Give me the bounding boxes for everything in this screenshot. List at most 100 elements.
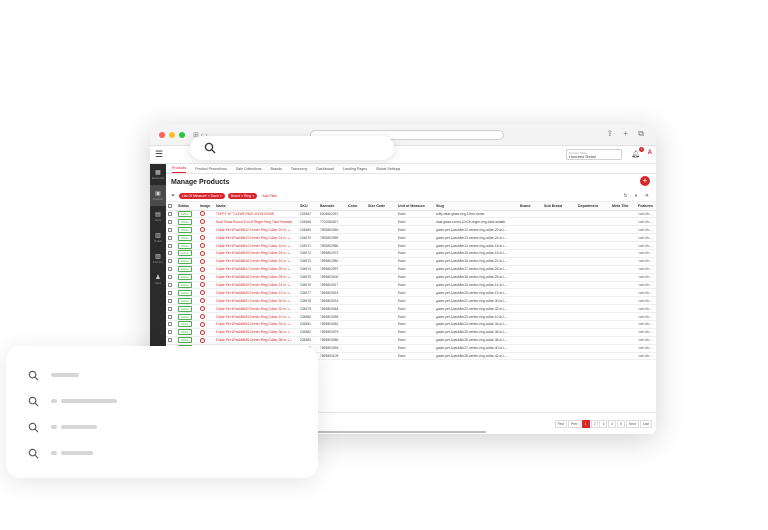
column-header[interactable]: Department xyxy=(576,202,610,211)
minimize-dot[interactable] xyxy=(169,131,175,138)
page-button[interactable]: 5 xyxy=(617,420,625,428)
row-checkbox[interactable] xyxy=(168,251,172,256)
filter-chip[interactable]: Brand × Ring × xyxy=(227,192,258,199)
suggestion-row[interactable] xyxy=(28,362,318,388)
tab-global-settings[interactable]: Global Settings xyxy=(376,167,400,173)
column-header[interactable]: Meta Title xyxy=(610,202,636,211)
header-select[interactable] xyxy=(166,202,176,211)
product-name[interactable]: Guide Pet 1Pack8M16 Center Ring Collar, … xyxy=(214,257,298,266)
row-checkbox[interactable] xyxy=(168,259,172,264)
page-button[interactable]: 3 xyxy=(599,420,608,428)
table-row[interactable]: Active Guide Pet 1Pack8M20 Center Ring Co… xyxy=(166,288,656,298)
column-header[interactable]: Unit of Measure xyxy=(396,202,434,211)
row-checkbox[interactable] xyxy=(168,306,172,311)
column-header[interactable]: Name xyxy=(214,202,298,211)
row-checkbox[interactable] xyxy=(168,267,172,272)
sidebar-item-orders[interactable]: ▥ Orders xyxy=(150,227,166,248)
column-header[interactable]: Slug xyxy=(434,202,518,211)
row-checkbox[interactable] xyxy=(168,322,172,327)
bell-icon[interactable]: 🔔︎ 1 xyxy=(631,147,644,158)
table-row[interactable]: Active Guide Pet 1Pack8M24 Center Ring Co… xyxy=(166,320,656,329)
column-header[interactable]: Color xyxy=(346,202,366,211)
suggestion-row[interactable] xyxy=(28,414,318,440)
column-header[interactable]: Features xyxy=(636,202,656,211)
row-checkbox[interactable] xyxy=(168,298,172,303)
product-name[interactable]: Guide Pet 1Pack8M24 Center Ring Collar, … xyxy=(214,320,298,329)
column-header[interactable]: Barcode xyxy=(318,202,346,211)
product-name[interactable]: Dual Glass Round 10x18 Ringer Ring Tube … xyxy=(214,217,298,227)
hamburger-icon[interactable]: ☰ xyxy=(155,149,163,160)
column-header[interactable]: Image xyxy=(198,202,214,211)
row-checkbox[interactable] xyxy=(168,283,172,288)
page-button[interactable]: Next xyxy=(625,420,639,428)
row-checkbox[interactable] xyxy=(168,314,172,319)
tab-products[interactable]: Products xyxy=(172,166,187,173)
tab-product-promotions[interactable]: Product Promotions xyxy=(195,167,227,173)
product-name[interactable]: Guide Pet 1Pack8M23 Center Ring Collar, … xyxy=(214,312,298,321)
table-row[interactable]: Active Guide Pet 1Pack8M18 Center Ring Co… xyxy=(166,273,656,282)
column-header[interactable]: Sub Brand xyxy=(542,202,576,211)
tab-sale-collections[interactable]: Sale Collections xyxy=(236,167,262,173)
table-row[interactable]: Active Guide Pet 1Pack8M13 Center Ring Co… xyxy=(166,233,656,243)
row-checkbox[interactable] xyxy=(168,219,172,224)
page-button[interactable]: 2 xyxy=(590,420,599,428)
table-row[interactable]: Active Guide Pet 1Pack8M25 Center Ring Co… xyxy=(166,328,656,337)
row-checkbox[interactable] xyxy=(168,330,172,335)
filter-actions[interactable]: ↻ ⏸ ✕ xyxy=(623,193,652,199)
tab-landing-pages[interactable]: Landing Pages xyxy=(343,167,367,173)
store-select[interactable]: Current Store Hundred Retail xyxy=(566,149,622,160)
column-header[interactable]: Status xyxy=(176,202,198,211)
product-name[interactable]: Guide Pet 1Pack8M26 Center Ring Collar, … xyxy=(214,336,298,345)
sidebar-item-inventory[interactable]: ▧ Inventory xyxy=(150,248,166,269)
column-header[interactable]: SKU xyxy=(298,202,318,211)
table-row[interactable]: Active Guide Pet 1Pack8M12 Center Ring Co… xyxy=(166,225,656,235)
product-name[interactable]: Guide Pet 1Pack8M17 Center Ring Collar, … xyxy=(214,265,298,274)
column-header[interactable]: Brand xyxy=(518,202,542,211)
product-name[interactable]: Guide Pet 1Pack8M13 Center Ring Collar, … xyxy=(214,233,298,243)
user-avatar[interactable]: A xyxy=(648,150,652,156)
close-dot[interactable] xyxy=(159,131,165,138)
table-row[interactable]: Active Guide Pet 1Pack8M17 Center Ring Co… xyxy=(166,265,656,274)
suggestion-row[interactable] xyxy=(28,440,318,466)
product-name[interactable]: Guide Pet 1Pack8M15 Center Ring Collar, … xyxy=(214,249,298,258)
suggestion-row[interactable] xyxy=(28,388,318,414)
tab-taxonomy[interactable]: Taxonomy xyxy=(291,167,307,173)
table-row[interactable]: Active Guide Pet 1Pack8M14 Center Ring Co… xyxy=(166,241,656,250)
table-row[interactable]: Active Guide Pet 1Pack8M21 Center Ring Co… xyxy=(166,296,656,306)
product-name[interactable]: Guide Pet 1Pack8M19 Center Ring Collar, … xyxy=(214,281,298,290)
product-name[interactable]: Guide Pet 1Pack8M18 Center Ring Collar, … xyxy=(214,273,298,282)
sidebar-item-users[interactable]: ♟ Users xyxy=(150,269,166,290)
sidebar-item-products[interactable]: ▣ Products xyxy=(150,185,166,206)
table-row[interactable]: Active Guide Pet 1Pack8M26 Center Ring Co… xyxy=(166,336,656,345)
add-filter-link[interactable]: Add Filter xyxy=(262,194,277,198)
sidebar-item-store[interactable]: ▤ Store xyxy=(150,206,166,227)
page-button[interactable]: Last xyxy=(639,420,652,428)
sidebar-item-dashboard[interactable]: ▦ Dashboard xyxy=(150,164,166,185)
select-all-checkbox[interactable] xyxy=(168,203,172,208)
maximize-dot[interactable] xyxy=(179,131,185,138)
column-header[interactable]: Size Code xyxy=(366,202,396,211)
page-button[interactable]: 1 xyxy=(581,420,590,428)
filter-chip[interactable]: List Of Measure × Each × xyxy=(179,192,225,199)
tab-dashboard[interactable]: Dashboard xyxy=(316,167,334,173)
row-checkbox[interactable] xyxy=(168,338,172,343)
filter-icon[interactable]: ⏷ xyxy=(171,193,175,199)
row-checkbox[interactable] xyxy=(168,235,172,240)
tab-brands[interactable]: Brands xyxy=(271,167,282,173)
row-checkbox[interactable] xyxy=(168,227,172,232)
browser-toolbar-icons[interactable]: ⇪ + ⧉ xyxy=(606,129,648,139)
product-name[interactable]: Guide Pet 1Pack8M14 Center Ring Collar, … xyxy=(214,241,298,250)
table-row[interactable]: Active Guide Pet 1Pack8M23 Center Ring Co… xyxy=(166,312,656,321)
row-checkbox[interactable] xyxy=(168,290,172,295)
page-button[interactable]: Prev xyxy=(567,420,581,428)
add-product-button[interactable]: + xyxy=(640,176,650,186)
table-row[interactable]: Active Guide Pet 1Pack8M22 Center Ring Co… xyxy=(166,304,656,314)
table-row[interactable]: Active Dual Glass Round 10x18 Ringer Ring… xyxy=(166,217,656,227)
table-row[interactable]: Active Guide Pet 1Pack8M15 Center Ring Co… xyxy=(166,249,656,258)
product-name[interactable]: Guide Pet 1Pack8M22 Center Ring Collar, … xyxy=(214,304,298,314)
row-checkbox[interactable] xyxy=(168,275,172,280)
product-name[interactable]: TOFFY 10" CLEAR RING 10CM DOME xyxy=(214,210,298,219)
table-row[interactable]: Active Guide Pet 1Pack8M19 Center Ring Co… xyxy=(166,281,656,290)
table-row[interactable]: Active TOFFY 10" CLEAR RING 10CM DOME 2345… xyxy=(166,210,656,219)
page-button[interactable]: First xyxy=(554,420,567,428)
